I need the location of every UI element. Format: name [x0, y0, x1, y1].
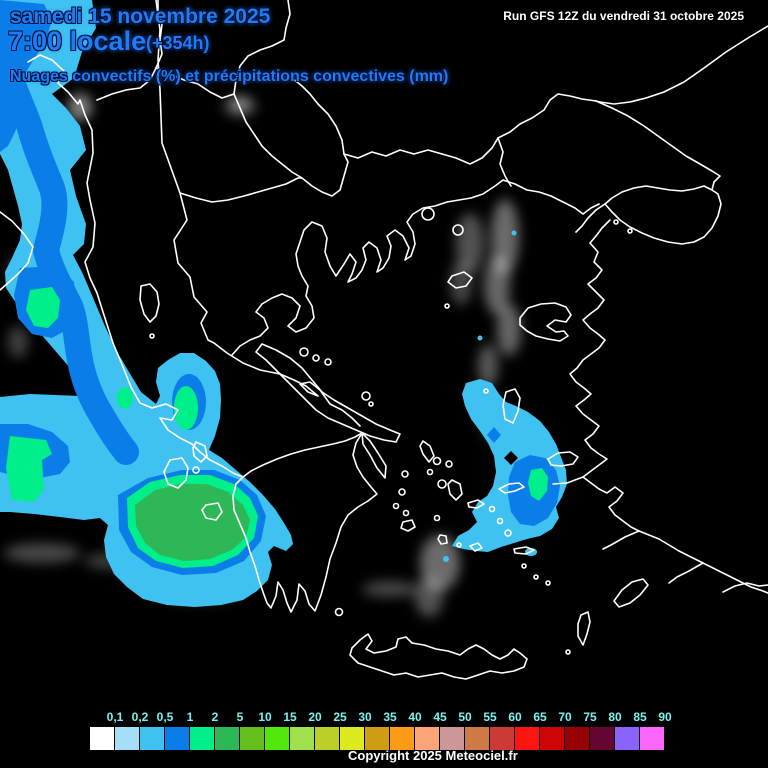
- forecast-offset: (+354h): [146, 33, 210, 53]
- run-info: Run GFS 12Z du vendredi 31 octobre 2025: [503, 9, 744, 23]
- copyright: Copyright 2025 Meteociel.fr: [348, 748, 518, 763]
- map-subtitle: Nuages convectifs (%) et précipitations …: [10, 68, 449, 85]
- map-canvas: [0, 0, 768, 768]
- time-title: 7:00 locale: [8, 26, 147, 56]
- weather-map-page: samedi 15 novembre 2025 7:00 locale (+35…: [0, 0, 768, 768]
